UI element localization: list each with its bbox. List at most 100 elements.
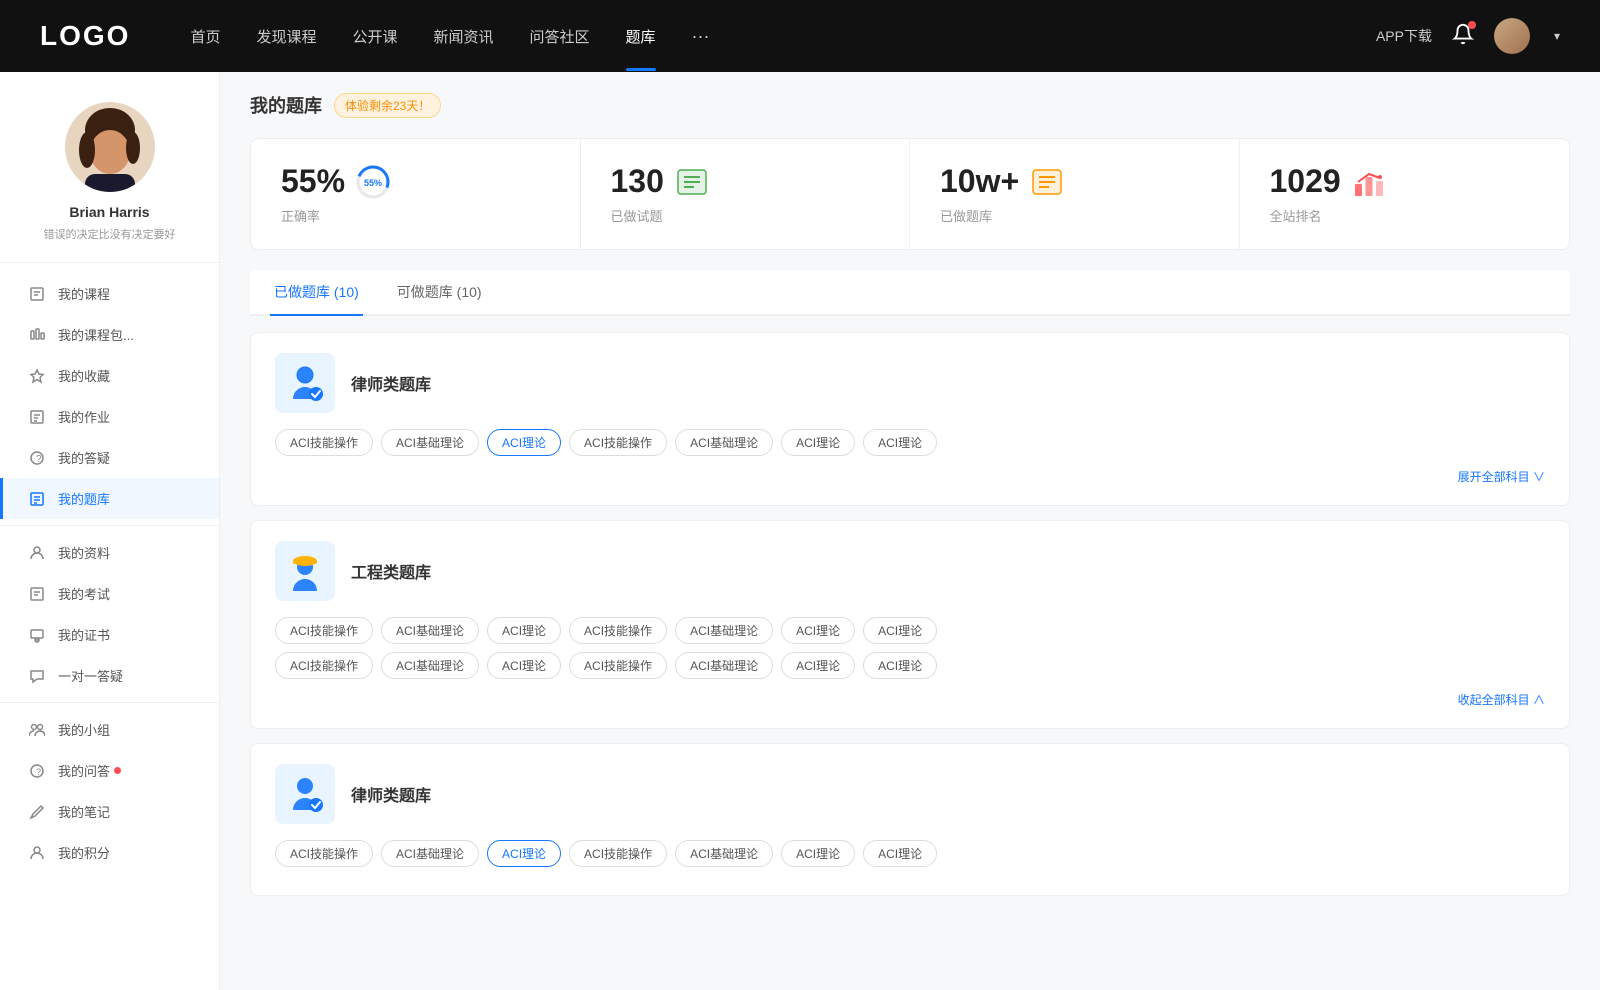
- packages-label: 我的课程包...: [58, 325, 134, 344]
- sidebar-item-notes[interactable]: 我的笔记: [0, 791, 219, 832]
- nav-links: 首页 发现课程 公开课 新闻资讯 问答社区 题库 ···: [190, 26, 1376, 47]
- done-banks-icon: [1029, 164, 1065, 200]
- bank-2-tag-r2-2[interactable]: ACI理论: [487, 652, 561, 679]
- bank-2-tag-r1-5[interactable]: ACI理论: [781, 617, 855, 644]
- bank-2-tag-r1-4[interactable]: ACI基础理论: [675, 617, 773, 644]
- bank-2-tag-r2-5[interactable]: ACI理论: [781, 652, 855, 679]
- sidebar-item-packages[interactable]: 我的课程包...: [0, 314, 219, 355]
- bank-2-tag-r1-0[interactable]: ACI技能操作: [275, 617, 373, 644]
- sidebar-item-profile[interactable]: 我的资料: [0, 532, 219, 573]
- navbar: LOGO 首页 发现课程 公开课 新闻资讯 问答社区 题库 ··· APP下载 …: [0, 0, 1600, 72]
- nav-home[interactable]: 首页: [190, 26, 220, 47]
- bank-2-tag-r1-1[interactable]: ACI基础理论: [381, 617, 479, 644]
- exams-icon: [28, 585, 46, 603]
- sidebar-item-exams[interactable]: 我的考试: [0, 573, 219, 614]
- bank-3-title: 律师类题库: [351, 782, 431, 806]
- bank-2-tag-r2-0[interactable]: ACI技能操作: [275, 652, 373, 679]
- stat-done-banks: 10w+ 已做题库: [910, 139, 1240, 249]
- sidebar-item-tutoring[interactable]: 一对一答疑: [0, 655, 219, 696]
- bank-2-tag-r2-6[interactable]: ACI理论: [863, 652, 937, 679]
- nav-avatar[interactable]: [1494, 18, 1530, 54]
- bank-3-tag-1[interactable]: ACI基础理论: [381, 840, 479, 867]
- page-header: 我的题库 体验剩余23天！: [250, 92, 1570, 118]
- stat-done-banks-top: 10w+: [940, 163, 1065, 200]
- bank-2-tag-r2-1[interactable]: ACI基础理论: [381, 652, 479, 679]
- logo[interactable]: LOGO: [40, 20, 130, 52]
- questionbank-label: 我的题库: [58, 489, 110, 508]
- notification-dot: [1468, 21, 1476, 29]
- exams-label: 我的考试: [58, 584, 110, 603]
- bank-3-tag-2[interactable]: ACI理论: [487, 840, 561, 867]
- nav-questionbank[interactable]: 题库: [626, 26, 656, 47]
- bank-2-tag-r1-2[interactable]: ACI理论: [487, 617, 561, 644]
- bank-1-tag-1[interactable]: ACI基础理论: [381, 429, 479, 456]
- bank-3-tag-5[interactable]: ACI理论: [781, 840, 855, 867]
- bank-1-tag-3[interactable]: ACI技能操作: [569, 429, 667, 456]
- menu-divider-1: [0, 525, 219, 526]
- sidebar-item-homework[interactable]: 我的作业: [0, 396, 219, 437]
- sidebar-item-points[interactable]: 我的积分: [0, 832, 219, 873]
- bank-2-tag-r1-6[interactable]: ACI理论: [863, 617, 937, 644]
- sidebar-item-groups[interactable]: 我的小组: [0, 709, 219, 750]
- bank-card-1: 律师类题库 ACI技能操作 ACI基础理论 ACI理论 ACI技能操作 ACI基…: [250, 332, 1570, 506]
- nav-open-course[interactable]: 公开课: [352, 26, 397, 47]
- questions-badge: [114, 767, 121, 774]
- nav-news[interactable]: 新闻资讯: [434, 26, 494, 47]
- bank-3-tag-0[interactable]: ACI技能操作: [275, 840, 373, 867]
- sidebar-item-qa[interactable]: ? 我的答疑: [0, 437, 219, 478]
- bank-card-3-header: 律师类题库: [275, 764, 1545, 824]
- bank-2-tag-r2-3[interactable]: ACI技能操作: [569, 652, 667, 679]
- bank-2-tag-r2-4[interactable]: ACI基础理论: [675, 652, 773, 679]
- bank-3-tag-4[interactable]: ACI基础理论: [675, 840, 773, 867]
- stat-accuracy-top: 55% 55%: [281, 163, 391, 200]
- stat-ranking-top: 1029: [1270, 163, 1387, 200]
- nav-chevron-icon[interactable]: ▾: [1554, 29, 1560, 43]
- profile-motto: 错误的决定比没有决定要好: [44, 226, 176, 242]
- tab-done-banks[interactable]: 已做题库 (10): [270, 270, 363, 316]
- profile-label: 我的资料: [58, 543, 110, 562]
- homework-label: 我的作业: [58, 407, 110, 426]
- tab-available-banks[interactable]: 可做题库 (10): [393, 270, 486, 316]
- nav-qa[interactable]: 问答社区: [530, 26, 590, 47]
- sidebar: Brian Harris 错误的决定比没有决定要好 我的课程 我的课程包...: [0, 72, 220, 990]
- stat-accuracy-value: 55%: [281, 163, 345, 200]
- sidebar-item-questionbank[interactable]: 我的题库: [0, 478, 219, 519]
- myquestions-icon: ?: [28, 762, 46, 780]
- stat-accuracy: 55% 55% 正确率: [251, 139, 581, 249]
- bank-3-tags: ACI技能操作 ACI基础理论 ACI理论 ACI技能操作 ACI基础理论 AC…: [275, 840, 1545, 867]
- bank-1-expand-btn[interactable]: 展开全部科目 ∨: [275, 464, 1545, 485]
- stat-ranking: 1029 全站排名: [1240, 139, 1570, 249]
- menu-divider-2: [0, 702, 219, 703]
- sidebar-item-certificates[interactable]: 我的证书: [0, 614, 219, 655]
- stat-done-questions-value: 130: [611, 163, 664, 200]
- bank-3-tag-6[interactable]: ACI理论: [863, 840, 937, 867]
- questionbank-icon: [28, 490, 46, 508]
- stat-ranking-value: 1029: [1270, 163, 1341, 200]
- bank-2-icon: [275, 541, 335, 601]
- nav-discover[interactable]: 发现课程: [256, 26, 316, 47]
- bank-3-tag-3[interactable]: ACI技能操作: [569, 840, 667, 867]
- bank-2-collapse-btn[interactable]: 收起全部科目 ∧: [275, 687, 1545, 708]
- nav-more[interactable]: ···: [692, 26, 710, 47]
- sidebar-item-favorites[interactable]: 我的收藏: [0, 355, 219, 396]
- main-content: 我的题库 体验剩余23天！ 55% 55% 正确率: [220, 72, 1600, 990]
- notes-icon: [28, 803, 46, 821]
- sidebar-item-myquestions[interactable]: ? 我的问答: [0, 750, 219, 791]
- app-download-link[interactable]: APP下载: [1376, 26, 1432, 46]
- sidebar-item-courses[interactable]: 我的课程: [0, 273, 219, 314]
- bank-2-tags-row2: ACI技能操作 ACI基础理论 ACI理论 ACI技能操作 ACI基础理论 AC…: [275, 652, 1545, 679]
- bank-1-tag-6[interactable]: ACI理论: [863, 429, 937, 456]
- bank-2-tags-row1: ACI技能操作 ACI基础理论 ACI理论 ACI技能操作 ACI基础理论 AC…: [275, 617, 1545, 644]
- bank-1-tag-2[interactable]: ACI理论: [487, 429, 561, 456]
- notification-bell[interactable]: [1452, 23, 1474, 50]
- bank-2-tag-r1-3[interactable]: ACI技能操作: [569, 617, 667, 644]
- bank-1-tag-0[interactable]: ACI技能操作: [275, 429, 373, 456]
- main-layout: Brian Harris 错误的决定比没有决定要好 我的课程 我的课程包...: [0, 72, 1600, 990]
- stat-done-questions-label: 已做试题: [611, 206, 663, 225]
- bank-2-title: 工程类题库: [351, 559, 431, 583]
- tutoring-label: 一对一答疑: [58, 666, 123, 685]
- bank-1-tag-5[interactable]: ACI理论: [781, 429, 855, 456]
- courses-icon: [28, 285, 46, 303]
- svg-text:?: ?: [36, 454, 42, 465]
- bank-1-tag-4[interactable]: ACI基础理论: [675, 429, 773, 456]
